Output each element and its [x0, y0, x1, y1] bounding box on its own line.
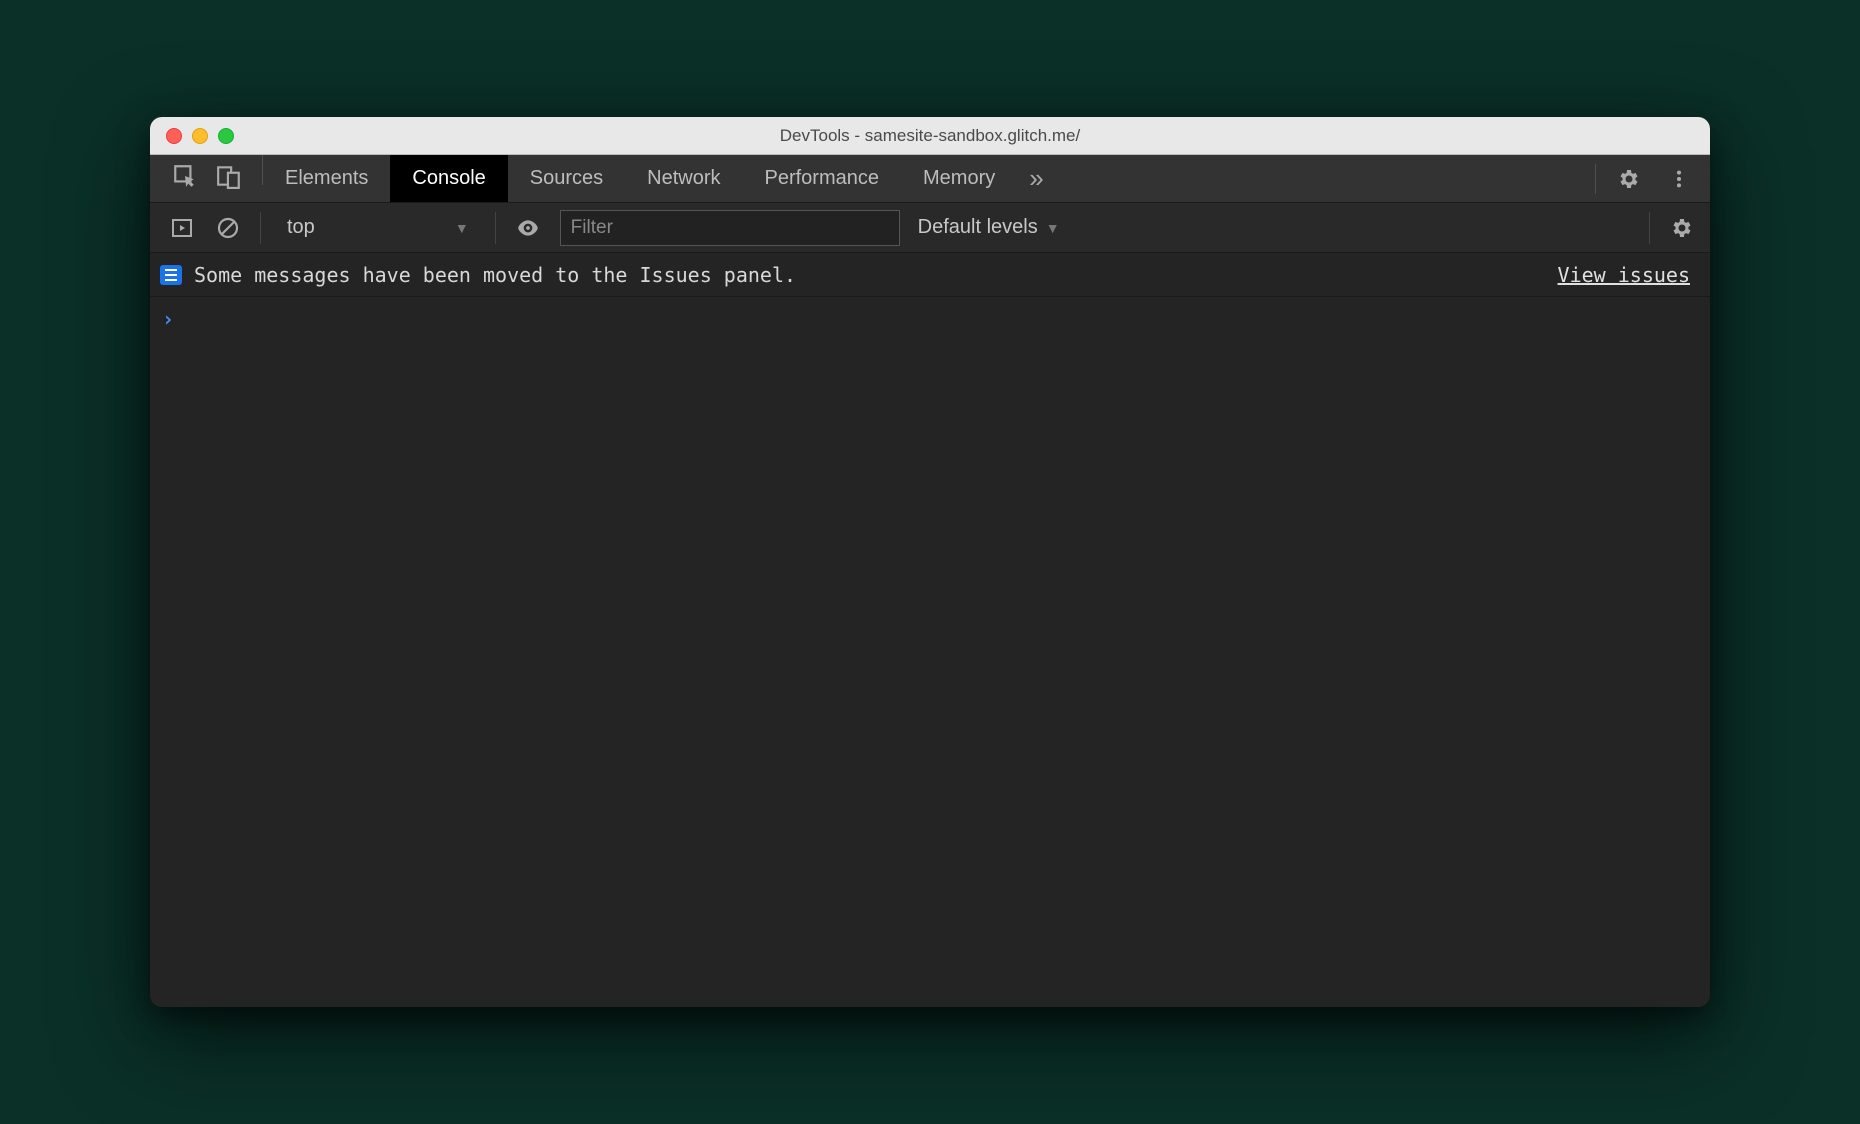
issues-message: Some messages have been moved to the Iss… [194, 263, 796, 287]
filter-input[interactable] [560, 210, 900, 246]
console-toolbar: top ▼ Default levels ▼ [150, 203, 1710, 253]
inspect-element-icon[interactable] [172, 163, 198, 194]
tabbar-right [1581, 155, 1710, 202]
tab-elements[interactable]: Elements [263, 155, 390, 202]
issues-icon [160, 265, 182, 285]
divider [1649, 212, 1650, 244]
traffic-lights [150, 128, 234, 144]
titlebar: DevTools - samesite-sandbox.glitch.me/ [150, 117, 1710, 155]
kebab-menu-icon[interactable] [1662, 162, 1696, 196]
levels-label: Default levels [918, 216, 1038, 239]
toggle-sidebar-icon[interactable] [168, 214, 196, 242]
console-settings-icon[interactable] [1668, 214, 1696, 242]
device-toolbar-icon[interactable] [216, 163, 242, 194]
issues-notice-bar: Some messages have been moved to the Iss… [150, 253, 1710, 297]
view-issues-link[interactable]: View issues [1558, 263, 1690, 287]
tabbar: Elements Console Sources Network Perform… [150, 155, 1710, 203]
clear-console-icon[interactable] [214, 214, 242, 242]
live-expression-icon[interactable] [514, 214, 542, 242]
settings-icon[interactable] [1612, 162, 1646, 196]
context-label: top [287, 216, 315, 239]
minimize-window-button[interactable] [192, 128, 208, 144]
tabbar-left-tools [150, 155, 262, 202]
devtools-window: DevTools - samesite-sandbox.glitch.me/ E… [150, 117, 1710, 1007]
context-selector[interactable]: top ▼ [279, 210, 477, 246]
more-tabs-button[interactable]: » [1017, 155, 1055, 202]
chevron-down-icon: ▼ [1046, 220, 1060, 236]
tab-network[interactable]: Network [625, 155, 742, 202]
tab-sources[interactable]: Sources [508, 155, 625, 202]
tab-console[interactable]: Console [390, 155, 507, 202]
log-levels-selector[interactable]: Default levels ▼ [918, 216, 1060, 239]
divider [1595, 164, 1596, 194]
tab-performance[interactable]: Performance [743, 155, 902, 202]
divider [495, 212, 496, 244]
tab-memory[interactable]: Memory [901, 155, 1017, 202]
close-window-button[interactable] [166, 128, 182, 144]
console-body[interactable]: › [150, 297, 1710, 1007]
divider [260, 212, 261, 244]
console-prompt: › [162, 307, 174, 331]
maximize-window-button[interactable] [218, 128, 234, 144]
chevron-down-icon: ▼ [455, 220, 469, 236]
window-title: DevTools - samesite-sandbox.glitch.me/ [150, 126, 1710, 146]
